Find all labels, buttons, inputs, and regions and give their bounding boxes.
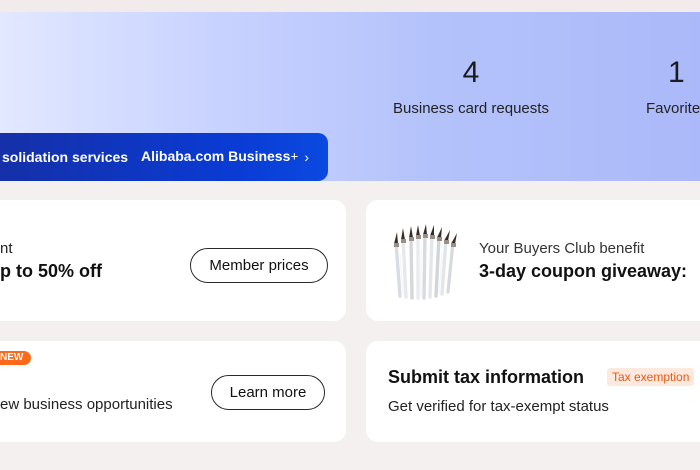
business-opportunities-card: NEW ew business opportunities Learn more: [0, 341, 346, 442]
tax-exemption-tag: Tax exemption: [607, 368, 695, 386]
stat-label: Business card requests: [393, 100, 549, 117]
tax-information-card[interactable]: Submit tax information Tax exemption Get…: [366, 341, 700, 442]
opportunities-description: ew business opportunities: [0, 396, 173, 413]
member-card-small-text: nt: [0, 240, 13, 257]
business-plus-banner[interactable]: solidation services a... Alibaba.com Bus…: [0, 133, 328, 181]
banner-brand-link[interactable]: Alibaba.com Business+: [141, 148, 298, 166]
stat-number: 4: [462, 56, 480, 89]
member-card-big-text: p to 50% off: [0, 261, 102, 281]
buyers-club-small-text: Your Buyers Club benefit: [479, 240, 645, 257]
buyers-club-big-text: 3-day coupon giveaway:: [479, 261, 688, 281]
banner-brand-text: Alibaba.com Business: [141, 148, 291, 164]
chevron-right-icon: ›: [304, 149, 310, 165]
stat-number: 1: [668, 56, 685, 89]
learn-more-button[interactable]: Learn more: [211, 375, 325, 410]
tax-card-description: Get verified for tax-exempt status: [388, 398, 609, 415]
banner-left-text: solidation services a...: [2, 149, 130, 165]
buyers-club-card[interactable]: Your Buyers Club benefit 3-day coupon gi…: [366, 200, 700, 321]
member-prices-button[interactable]: Member prices: [190, 248, 328, 283]
stat-favorites[interactable]: 1 Favorites: [646, 56, 700, 118]
tax-card-title: Submit tax information: [388, 367, 585, 387]
stat-label: Favorites: [646, 100, 700, 117]
top-strip: [0, 0, 700, 12]
paint-brushes-image: [394, 224, 457, 300]
banner-brand-plus: +: [290, 150, 299, 165]
member-prices-card: nt p to 50% off Member prices: [0, 200, 346, 321]
hero-header: 4 Business card requests 1 Favorites sol…: [0, 12, 700, 181]
stat-business-card-requests[interactable]: 4 Business card requests: [392, 56, 550, 118]
